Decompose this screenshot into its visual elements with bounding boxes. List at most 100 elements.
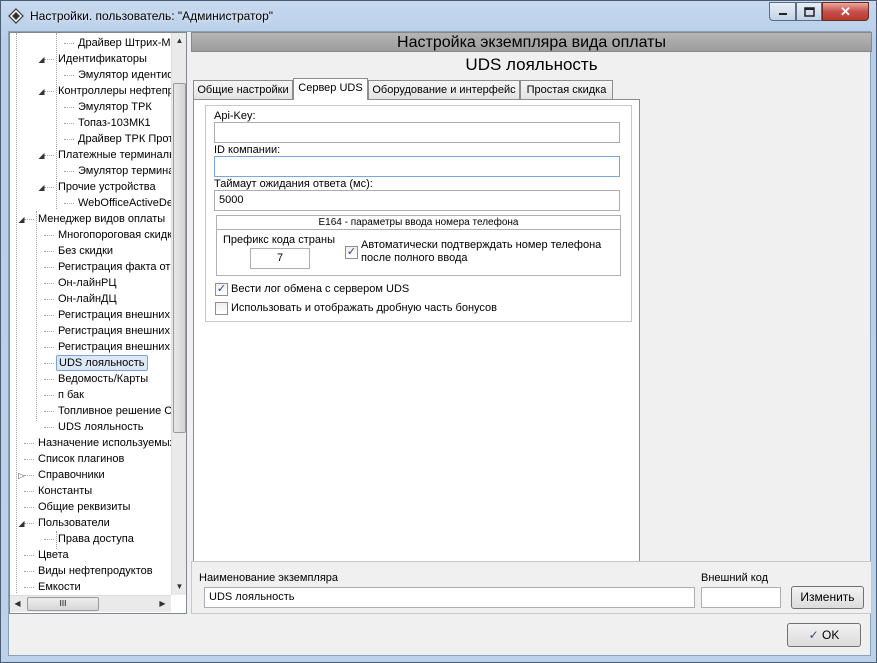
- maximize-icon: [803, 6, 815, 17]
- tree-horizontal-scrollbar[interactable]: ◀ III ▶: [10, 595, 171, 612]
- tree-item[interactable]: Виды нефтепродуктов: [36, 563, 155, 579]
- tree-item[interactable]: Эмулятор ТРК: [76, 99, 154, 115]
- country-prefix-label: Префикс кода страны: [223, 234, 335, 246]
- tree-item[interactable]: Регистрация внешних: [56, 339, 172, 355]
- tree-item[interactable]: Емкости: [36, 579, 83, 595]
- tree-item[interactable]: Эмулятор идентиф: [76, 67, 178, 83]
- horizontal-scroll-thumb[interactable]: III: [27, 597, 99, 611]
- expanded-arrow-icon[interactable]: ◢: [37, 151, 46, 160]
- company-id-label: ID компании:: [214, 144, 281, 156]
- tree-item[interactable]: Справочники: [36, 467, 107, 483]
- tree-item[interactable]: Контроллеры нефтепр: [56, 83, 176, 99]
- settings-tree[interactable]: Драйвер Штрих-М Идентификаторы ◢ Эмулятор и…: [9, 32, 187, 614]
- e164-group: E164 - параметры ввода номера телефона П…: [216, 215, 621, 276]
- close-icon: ✕: [840, 3, 851, 19]
- expanded-arrow-icon[interactable]: ◢: [37, 55, 46, 64]
- tree-item[interactable]: Назначение используемых: [36, 435, 177, 451]
- tree-connector: [24, 571, 34, 572]
- tab-equipment[interactable]: Оборудование и интерфейс: [368, 80, 520, 99]
- tree-item[interactable]: п бак: [56, 387, 86, 403]
- maximize-button[interactable]: [796, 2, 822, 21]
- tree-item[interactable]: Топливное решение ОЛ: [56, 403, 182, 419]
- api-key-input[interactable]: [214, 122, 620, 143]
- tree-connector: [44, 267, 54, 268]
- tree-connector: [44, 379, 54, 380]
- ok-button[interactable]: ✓ OK: [787, 623, 861, 647]
- tree-connector: [64, 43, 74, 44]
- tree-vertical-scrollbar[interactable]: ▲ ▼: [171, 33, 186, 595]
- tree-connector: [24, 507, 34, 508]
- tab-uds-server[interactable]: Сервер UDS: [293, 78, 368, 100]
- change-button[interactable]: Изменить: [791, 586, 864, 609]
- tree-connector: [44, 347, 54, 348]
- scroll-thumb[interactable]: [173, 83, 186, 433]
- timeout-input[interactable]: 5000: [214, 190, 620, 211]
- tree-item[interactable]: Менеджер видов оплаты: [36, 211, 167, 227]
- tree-item[interactable]: Регистрация факта от: [56, 259, 172, 275]
- tree-item[interactable]: Общие реквизиты: [36, 499, 132, 515]
- instance-name-input[interactable]: UDS лояльность: [204, 587, 695, 608]
- tree-item[interactable]: WebOfficeActiveDe: [76, 195, 175, 211]
- tree-connector: [44, 427, 54, 428]
- tree-item[interactable]: Регистрация внешних: [56, 307, 172, 323]
- tree-item[interactable]: Ведомость/Карты: [56, 371, 150, 387]
- collapsed-arrow-icon[interactable]: ▷: [17, 471, 26, 480]
- tree-item[interactable]: Список плагинов: [36, 451, 126, 467]
- tree-item[interactable]: Константы: [36, 483, 94, 499]
- window-title: Настройки. пользователь: "Администратор": [30, 9, 274, 23]
- tree-connector: [16, 33, 17, 593]
- tree-item[interactable]: Идентификаторы: [56, 51, 149, 67]
- tree-connector: [24, 443, 34, 444]
- tree-item[interactable]: UDS лояльность: [56, 355, 148, 371]
- tree-connector: [56, 531, 57, 549]
- tree-item[interactable]: UDS лояльность: [56, 419, 146, 435]
- tree-item[interactable]: Без скидки: [56, 243, 115, 259]
- tree-connector: [44, 539, 54, 540]
- tree-item[interactable]: Эмулятор термина: [76, 163, 176, 179]
- close-button[interactable]: ✕: [822, 2, 869, 21]
- tree-item[interactable]: Цвета: [36, 547, 71, 563]
- settings-panel: Настройка экземпляра вида оплаты UDS лоя…: [191, 32, 872, 614]
- country-prefix-input[interactable]: 7: [250, 248, 310, 269]
- tree-item[interactable]: Платежные терминалы: [56, 147, 179, 163]
- scroll-right-arrow-icon[interactable]: ▶: [155, 596, 170, 612]
- tree-item[interactable]: Топаз-103МК1: [76, 115, 153, 131]
- tree-item[interactable]: Он-лайнРЦ: [56, 275, 119, 291]
- tree-item[interactable]: Прочие устройства: [56, 179, 158, 195]
- tree-item[interactable]: Многопороговая скидк: [56, 227, 174, 243]
- scroll-up-arrow-icon[interactable]: ▲: [172, 33, 186, 49]
- tree-connector: [44, 363, 54, 364]
- expanded-arrow-icon[interactable]: ◢: [17, 519, 26, 528]
- app-icon: [8, 8, 24, 24]
- tab-general[interactable]: Общие настройки: [193, 80, 293, 99]
- minimize-button[interactable]: [769, 2, 796, 21]
- external-code-input[interactable]: [701, 587, 781, 608]
- tab-simple-discount[interactable]: Простая скидка: [520, 80, 613, 99]
- tree-item[interactable]: Регистрация внешних: [56, 323, 172, 339]
- e164-title: E164 - параметры ввода номера телефона: [217, 216, 620, 230]
- auto-confirm-checkbox[interactable]: ✓: [345, 246, 358, 259]
- checkmark-icon: ✓: [216, 283, 227, 295]
- api-key-label: Api-Key:: [214, 110, 256, 122]
- uds-settings-group: Api-Key: ID компании: Таймаут ожидания о…: [205, 105, 632, 322]
- tree-connector: [44, 251, 54, 252]
- title-bar[interactable]: Настройки. пользователь: "Администратор"…: [1, 1, 876, 31]
- tree-connector: [36, 211, 37, 421]
- fraction-checkbox[interactable]: [215, 302, 228, 315]
- tree-connector: [24, 459, 34, 460]
- tree-item[interactable]: Пользователи: [36, 515, 112, 531]
- tree-item[interactable]: Права доступа: [56, 531, 136, 547]
- expanded-arrow-icon[interactable]: ◢: [17, 215, 26, 224]
- expanded-arrow-icon[interactable]: ◢: [37, 183, 46, 192]
- scroll-left-arrow-icon[interactable]: ◀: [10, 596, 25, 612]
- tree-item[interactable]: Драйвер Штрих-М: [76, 35, 173, 51]
- expanded-arrow-icon[interactable]: ◢: [37, 87, 46, 96]
- company-id-input[interactable]: [214, 156, 620, 177]
- log-checkbox[interactable]: ✓: [215, 283, 228, 296]
- scroll-down-arrow-icon[interactable]: ▼: [172, 579, 186, 595]
- tree-connector: [44, 283, 54, 284]
- tree-connector: [44, 235, 54, 236]
- tree-item[interactable]: Он-лайнДЦ: [56, 291, 119, 307]
- tree-connector: [44, 331, 54, 332]
- tree-item[interactable]: Драйвер ТРК Прот: [76, 131, 175, 147]
